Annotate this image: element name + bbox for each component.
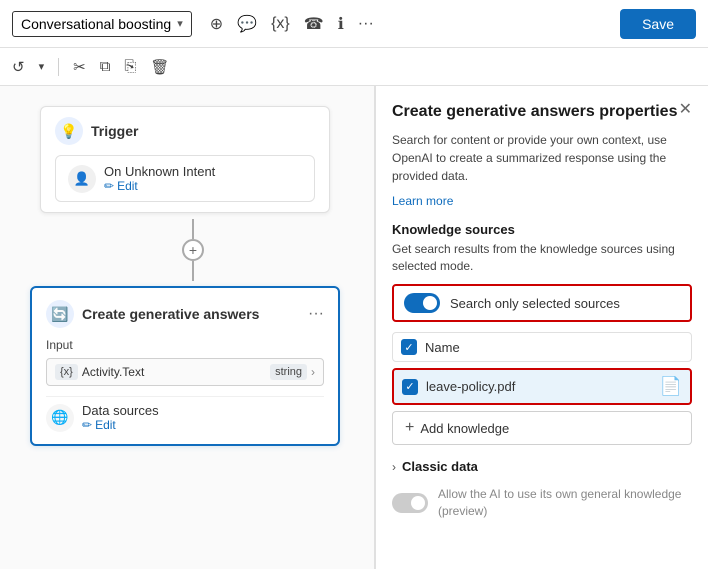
chevron-right-icon: › — [392, 460, 396, 474]
panel-description: Search for content or provide your own c… — [392, 131, 692, 185]
gen-header: 🔄 Create generative answers ··· — [46, 300, 324, 328]
classic-toggle-label: Allow the AI to use its own general know… — [438, 486, 692, 520]
copy-stack-icon[interactable]: ⧉ — [100, 58, 111, 75]
top-bar-icons: ⊕ 💬 {x} ☎ ℹ ··· — [210, 14, 620, 34]
name-checkbox[interactable]: ✓ — [401, 339, 417, 355]
toggle-row: Search only selected sources — [392, 284, 692, 322]
datasource-label: Data sources — [82, 403, 324, 418]
input-type-tag: string — [270, 364, 307, 380]
classic-title: Classic data — [402, 459, 478, 474]
plus-icon: + — [405, 419, 414, 437]
trigger-icon: 💡 — [55, 117, 83, 145]
chevron-down-icon: ▾ — [177, 17, 183, 30]
copy-icon[interactable]: ⎘ — [124, 58, 136, 75]
cut-icon[interactable]: ✂ — [73, 58, 86, 76]
edit-pencil-icon: ✏ — [104, 179, 114, 193]
gen-label: Create generative answers — [82, 306, 300, 322]
close-button[interactable]: ✕ — [679, 102, 692, 118]
copilot-icon[interactable]: ⊕ — [210, 14, 223, 34]
top-bar: Conversational boosting ▾ ⊕ 💬 {x} ☎ ℹ ··… — [0, 0, 708, 48]
file-check-icon: ✓ — [405, 380, 414, 393]
info-icon[interactable]: ℹ — [338, 14, 344, 34]
datasource-icon: 🌐 — [46, 404, 74, 432]
connector: + — [182, 219, 204, 281]
file-row: ✓ leave-policy.pdf 📄 — [392, 368, 692, 405]
datasource-row: 🌐 Data sources ✏ Edit — [46, 396, 324, 432]
input-row: {x} Activity.Text string › — [46, 358, 324, 386]
ds-edit-pencil-icon: ✏ — [82, 418, 92, 432]
intent-edit-link[interactable]: ✏ Edit — [104, 179, 302, 193]
arrow-right-icon: › — [311, 365, 315, 379]
toggle-label: Search only selected sources — [450, 296, 620, 311]
learn-more-link[interactable]: Learn more — [392, 194, 453, 208]
file-name: leave-policy.pdf — [426, 379, 652, 394]
save-button[interactable]: Save — [620, 9, 696, 39]
panel-header: Create generative answers properties ✕ — [392, 102, 692, 123]
datasource-text: Data sources ✏ Edit — [82, 403, 324, 432]
classic-toggle-row: Allow the AI to use its own general know… — [392, 482, 692, 524]
pdf-icon: 📄 — [660, 376, 682, 397]
input-tag: {x} — [55, 364, 78, 380]
canvas: 💡 Trigger 👤 On Unknown Intent ✏ Edit + — [0, 86, 375, 569]
classic-header[interactable]: › Classic data — [392, 459, 692, 474]
main-content: 💡 Trigger 👤 On Unknown Intent ✏ Edit + — [0, 86, 708, 569]
toolbar: ↺ ▾ ✂ ⧉ ⎘ 🗑 — [0, 48, 708, 86]
gen-icon: 🔄 — [46, 300, 74, 328]
connector-line-top — [192, 219, 194, 239]
chat-icon[interactable]: 💬 — [237, 14, 257, 34]
search-toggle[interactable] — [404, 293, 440, 313]
add-node-button[interactable]: + — [182, 239, 204, 261]
input-value: Activity.Text — [82, 365, 270, 379]
file-checkbox[interactable]: ✓ — [402, 379, 418, 395]
check-icon: ✓ — [404, 341, 413, 354]
add-knowledge-label: Add knowledge — [420, 421, 509, 436]
trigger-label: Trigger — [91, 123, 138, 139]
classic-section: › Classic data Allow the AI to use its o… — [392, 459, 692, 524]
undo-icon[interactable]: ↺ — [12, 58, 25, 76]
generative-node: 🔄 Create generative answers ··· Input {x… — [30, 286, 340, 446]
dropdown-icon[interactable]: ▾ — [39, 60, 45, 73]
app-title: Conversational boosting — [21, 16, 171, 32]
intent-text: On Unknown Intent ✏ Edit — [104, 164, 302, 193]
intent-label: On Unknown Intent — [104, 164, 302, 179]
gen-more-icon[interactable]: ··· — [308, 305, 324, 323]
intent-node: 👤 On Unknown Intent ✏ Edit — [55, 155, 315, 202]
side-panel: Create generative answers properties ✕ S… — [375, 86, 708, 569]
trigger-header: 💡 Trigger — [55, 117, 315, 145]
panel-title: Create generative answers properties — [392, 102, 677, 123]
connector-line-bottom — [192, 261, 194, 281]
classic-toggle[interactable] — [392, 493, 428, 513]
name-col-label: Name — [425, 340, 683, 355]
title-bar[interactable]: Conversational boosting ▾ — [12, 11, 192, 37]
knowledge-section-title: Knowledge sources — [392, 222, 692, 237]
phone-icon[interactable]: ☎ — [304, 14, 324, 34]
more-icon[interactable]: ··· — [358, 15, 374, 33]
knowledge-section-desc: Get search results from the knowledge so… — [392, 241, 692, 275]
divider — [58, 58, 59, 76]
intent-icon: 👤 — [68, 165, 96, 193]
add-knowledge-button[interactable]: + Add knowledge — [392, 411, 692, 445]
trigger-node: 💡 Trigger 👤 On Unknown Intent ✏ Edit — [40, 106, 330, 213]
delete-icon[interactable]: 🗑 — [150, 58, 169, 76]
input-section-label: Input — [46, 338, 324, 352]
datasource-edit-link[interactable]: ✏ Edit — [82, 418, 324, 432]
variable-icon[interactable]: {x} — [271, 15, 290, 33]
name-row: ✓ Name — [392, 332, 692, 362]
